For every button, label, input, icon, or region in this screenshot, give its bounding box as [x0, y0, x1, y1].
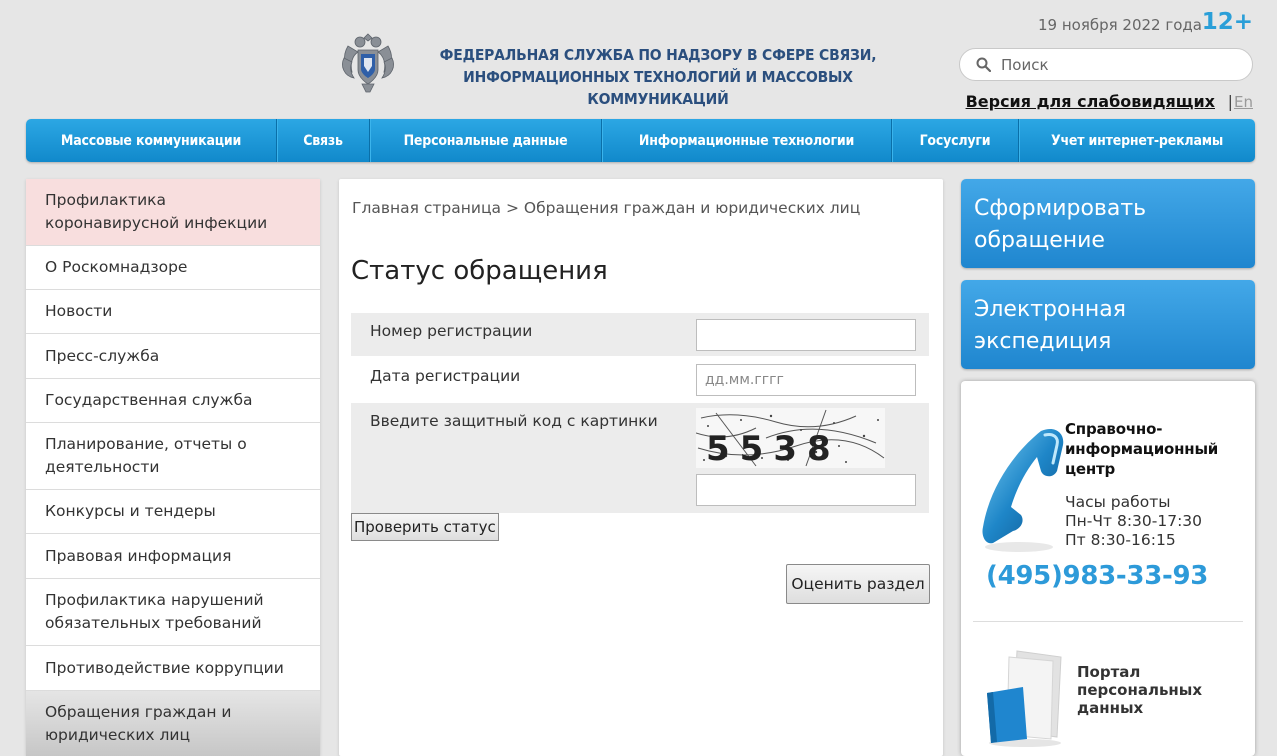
working-hours: Часы работы Пн-Чт 8:30-17:30 Пт 8:30-16:…	[1065, 493, 1202, 550]
electronic-expedition-button[interactable]: Электронная экспедиция	[961, 280, 1255, 369]
rate-section-button[interactable]: Оценить раздел	[786, 564, 930, 604]
nav-item-personal-data[interactable]: Персональные данные	[370, 119, 602, 162]
info-panel: Справочно-информационный центр Часы рабо…	[961, 381, 1255, 756]
search-box[interactable]	[959, 48, 1253, 81]
reg-date-row: Дата регистрации	[351, 358, 929, 401]
info-divider	[973, 621, 1243, 622]
portal-title-line2: персональных	[1077, 681, 1203, 699]
hours-title: Часы работы	[1065, 493, 1171, 511]
sidebar-item-violation-prevention[interactable]: Профилактика нарушений обязательных треб…	[26, 579, 320, 646]
nav-item-communications[interactable]: Связь	[277, 119, 370, 162]
sidebar-item-press[interactable]: Пресс-служба	[26, 334, 320, 379]
search-input[interactable]	[1001, 55, 1241, 75]
documents-icon[interactable]	[983, 647, 1067, 747]
create-appeal-button[interactable]: Сформировать обращение	[961, 179, 1255, 268]
reg-number-input[interactable]	[696, 319, 916, 351]
captcha-image: 5538	[696, 408, 885, 468]
help-center-title: Справочно-информационный центр	[1065, 420, 1219, 478]
captcha-noise: 5538	[696, 409, 885, 468]
breadcrumb[interactable]: Главная страница > Обращения граждан и ю…	[352, 199, 860, 217]
captcha-code: 5538	[706, 429, 841, 468]
link-separator: |	[1227, 92, 1233, 111]
sidebar: Профилактика коронавирусной инфекции О Р…	[26, 179, 320, 756]
page-title: Статус обращения	[351, 256, 608, 286]
sidebar-item-about[interactable]: О Роскомнадзоре	[26, 246, 320, 290]
sidebar-item-news[interactable]: Новости	[26, 290, 320, 334]
current-date: 19 ноября 2022 года	[1038, 16, 1202, 34]
age-rating-badge: 12+	[1201, 9, 1253, 35]
main-navigation: Массовые коммуникации Связь Персональные…	[26, 119, 1255, 162]
portal-title-line1: Портал	[1077, 663, 1141, 681]
search-icon[interactable]	[976, 57, 991, 72]
check-status-button[interactable]: Проверить статус	[351, 513, 499, 541]
sidebar-item-civil-service[interactable]: Государственная служба	[26, 379, 320, 423]
personal-data-portal-link[interactable]: Портал персональных данных	[1077, 663, 1202, 717]
reg-number-row: Номер регистрации	[351, 313, 929, 356]
nav-item-mass-communications[interactable]: Массовые коммуникации	[26, 119, 277, 162]
phone-handset-icon[interactable]	[981, 411, 1071, 553]
reg-date-input[interactable]	[696, 364, 916, 396]
nav-item-information-technologies[interactable]: Информационные технологии	[602, 119, 892, 162]
sidebar-item-appeals[interactable]: Обращения граждан и юридических лиц	[26, 691, 320, 756]
hours-friday: Пт 8:30-16:15	[1065, 531, 1176, 549]
help-phone-number[interactable]: (495)983-33-93	[986, 561, 1208, 591]
sidebar-item-coronavirus[interactable]: Профилактика коронавирусной инфекции	[26, 179, 320, 246]
sidebar-item-planning-reports[interactable]: Планирование, отчеты о деятельности	[26, 423, 320, 490]
portal-title-line3: данных	[1077, 699, 1144, 717]
hours-weekdays: Пн-Чт 8:30-17:30	[1065, 512, 1203, 530]
sidebar-item-anti-corruption[interactable]: Противодействие коррупции	[26, 646, 320, 691]
organization-name: ФЕДЕРАЛЬНАЯ СЛУЖБА ПО НАДЗОРУ В СФЕРЕ СВ…	[408, 44, 908, 110]
captcha-label: Введите защитный код с картинки	[370, 412, 658, 430]
org-name-line1: ФЕДЕРАЛЬНАЯ СЛУЖБА ПО НАДЗОРУ В СФЕРЕ СВ…	[439, 46, 877, 64]
nav-item-internet-advertising[interactable]: Учет интернет-рекламы	[1019, 119, 1255, 162]
english-language-link[interactable]: En	[1234, 93, 1253, 111]
captcha-input[interactable]	[696, 474, 916, 506]
reg-date-label: Дата регистрации	[370, 367, 521, 385]
sidebar-item-legal-info[interactable]: Правовая информация	[26, 534, 320, 579]
emblem-icon[interactable]	[340, 28, 396, 94]
accessibility-version-link[interactable]: Версия для слабовидящих	[966, 92, 1215, 111]
sidebar-item-tenders[interactable]: Конкурсы и тендеры	[26, 490, 320, 534]
nav-item-public-services[interactable]: Госуслуги	[892, 119, 1019, 162]
org-name-line2: ИНФОРМАЦИОННЫХ ТЕХНОЛОГИЙ И МАССОВЫХ КОМ…	[463, 68, 853, 108]
reg-number-label: Номер регистрации	[370, 322, 533, 340]
captcha-row: Введите защитный код с картинки 5538	[351, 403, 929, 513]
main-content: Главная страница > Обращения граждан и ю…	[339, 179, 943, 756]
